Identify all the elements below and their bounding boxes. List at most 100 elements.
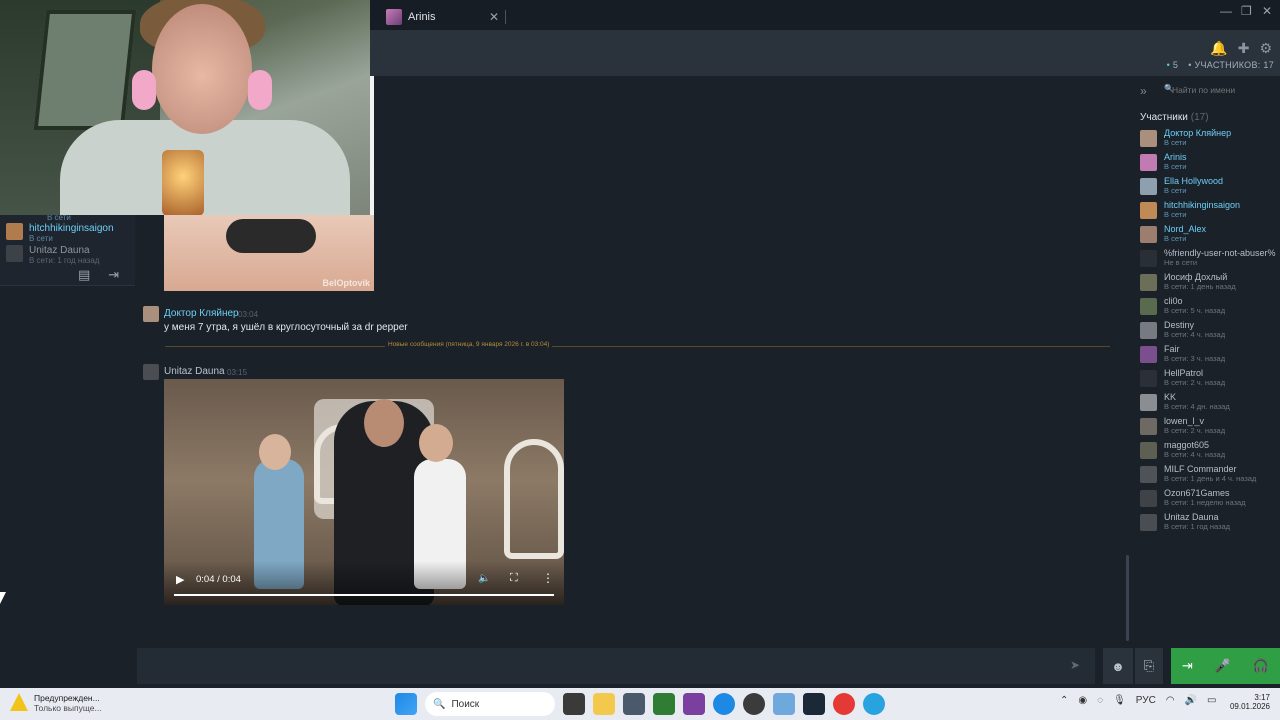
- emoji-button[interactable]: ☻: [1103, 648, 1133, 684]
- member-item[interactable]: MILF Commander В сети: 1 день и 4 ч. наза…: [1140, 464, 1280, 486]
- chevron-up-icon[interactable]: ⌃: [1060, 695, 1068, 706]
- os-taskbar: Предупрежден... Только выпуще... 🔍 Поиск…: [0, 688, 1280, 720]
- message-author[interactable]: Доктор Кляйнер: [164, 308, 239, 319]
- friend-item[interactable]: hitchhikinginsaigon В сети: [6, 223, 114, 243]
- avatar[interactable]: [143, 364, 159, 380]
- edge-icon[interactable]: [713, 693, 735, 715]
- members-heading: Участники (17): [1140, 112, 1209, 123]
- avatar: [1140, 466, 1157, 483]
- tray-app-icon[interactable]: ◌: [1097, 695, 1103, 706]
- member-name: Иосиф Дохлый: [1164, 272, 1228, 282]
- close-window-button[interactable]: ✕: [1262, 4, 1272, 18]
- volume-icon[interactable]: 🔊: [1185, 695, 1197, 706]
- member-item[interactable]: KK В сети: 4 дн. назад: [1140, 392, 1280, 414]
- member-name: Ella Hollywood: [1164, 176, 1224, 186]
- avatar[interactable]: [143, 306, 159, 322]
- new-messages-divider: Новые сообщения (пятница, 9 января 2026 …: [165, 341, 1110, 351]
- leave-voice-icon[interactable]: ⇥: [1182, 658, 1193, 674]
- video-controls: ▶ 0:04 / 0:04 🔈 ⛶ ⋮: [164, 561, 564, 605]
- member-item[interactable]: Unitaz Dauna В сети: 1 год назад: [1140, 512, 1280, 534]
- collapse-members-icon[interactable]: »: [1140, 84, 1147, 98]
- taskbar-search[interactable]: 🔍 Поиск: [425, 692, 555, 716]
- member-item[interactable]: lowen_l_v В сети: 2 ч. назад: [1140, 416, 1280, 438]
- avatar: [1140, 202, 1157, 219]
- xbox-icon[interactable]: [653, 693, 675, 715]
- exit-icon[interactable]: ⇥: [108, 267, 119, 283]
- task-view-icon[interactable]: [563, 693, 585, 715]
- file-explorer-icon[interactable]: [593, 693, 615, 715]
- wifi-icon[interactable]: ◠: [1166, 695, 1175, 706]
- member-item[interactable]: Fair В сети: 3 ч. назад: [1140, 344, 1280, 366]
- video-progress-bar[interactable]: [174, 594, 554, 596]
- maximize-window-button[interactable]: ❐: [1241, 4, 1252, 18]
- send-icon[interactable]: ➤: [1070, 658, 1080, 672]
- bell-icon[interactable]: 🔔: [1210, 40, 1227, 57]
- volume-icon[interactable]: 🔈: [478, 573, 490, 584]
- image-watermark: BelOptovik: [322, 278, 370, 288]
- member-item[interactable]: Destiny В сети: 4 ч. назад: [1140, 320, 1280, 342]
- member-item[interactable]: hitchhikinginsaigon В сети: [1140, 200, 1280, 222]
- microphone-icon[interactable]: 🎤: [1215, 658, 1231, 674]
- member-item[interactable]: Arinis В сети: [1140, 152, 1280, 174]
- settings-icon[interactable]: ⚙: [1259, 40, 1272, 57]
- warning-icon: [10, 693, 28, 711]
- battery-icon[interactable]: ▭: [1207, 695, 1216, 706]
- member-item[interactable]: Nord_Alex В сети: [1140, 224, 1280, 246]
- minimize-window-button[interactable]: —: [1220, 4, 1232, 18]
- clock-time: 3:17: [1254, 693, 1270, 702]
- message-input[interactable]: [137, 648, 1095, 684]
- video-player[interactable]: ▶ 0:04 / 0:04 🔈 ⛶ ⋮: [164, 379, 564, 605]
- tray-app-icon[interactable]: ◉: [1078, 695, 1087, 706]
- member-name: maggot605: [1164, 440, 1210, 450]
- attach-button[interactable]: ⎘: [1135, 648, 1163, 684]
- member-name: Nord_Alex: [1164, 224, 1207, 234]
- headset-icon[interactable]: 🎧: [1253, 658, 1269, 674]
- member-item[interactable]: Иосиф Дохлый В сети: 1 день назад: [1140, 272, 1280, 294]
- avatar: [1140, 250, 1157, 267]
- member-status: В сети: 4 ч. назад: [1164, 330, 1226, 339]
- app-icon[interactable]: [683, 693, 705, 715]
- member-item[interactable]: Ozon671Games В сети: 1 неделю назад: [1140, 488, 1280, 510]
- member-status: В сети: 2 ч. назад: [1164, 378, 1226, 387]
- chrome-icon[interactable]: [833, 693, 855, 715]
- fullscreen-icon[interactable]: ⛶: [510, 572, 518, 585]
- warning-notification[interactable]: Предупрежден... Только выпуще...: [10, 693, 102, 713]
- member-item[interactable]: %friendly-user-not-abuser% Не в сети: [1140, 248, 1280, 270]
- app-icon[interactable]: [743, 693, 765, 715]
- message-time: 03:15: [227, 368, 248, 377]
- avatar: [1140, 298, 1157, 315]
- member-item[interactable]: HellPatrol В сети: 2 ч. назад: [1140, 368, 1280, 390]
- close-tab-icon[interactable]: ✕: [489, 10, 499, 24]
- member-item[interactable]: Ella Hollywood В сети: [1140, 176, 1280, 198]
- member-item[interactable]: Доктор Кляйнер В сети: [1140, 128, 1280, 150]
- member-name: Unitaz Dauna: [1164, 512, 1219, 522]
- start-icon[interactable]: [395, 693, 417, 715]
- microphone-icon[interactable]: 🎙: [1113, 695, 1126, 706]
- language-indicator[interactable]: РУС: [1136, 695, 1156, 706]
- friend-item[interactable]: Unitaz Dauna В сети: 1 год назад: [6, 245, 99, 265]
- notes-icon[interactable]: ▤: [78, 267, 90, 283]
- member-status: В сети: [1164, 162, 1187, 171]
- tab-separator: [505, 10, 506, 24]
- message-author[interactable]: Unitaz Dauna: [164, 366, 225, 377]
- chat-tab[interactable]: Arinis ✕: [380, 4, 506, 30]
- notepad-icon[interactable]: [773, 693, 795, 715]
- warning-subtitle: Только выпуще...: [34, 703, 102, 713]
- play-icon[interactable]: ▶: [176, 573, 184, 586]
- app-icon[interactable]: [623, 693, 645, 715]
- member-item[interactable]: cli0o В сети: 5 ч. назад: [1140, 296, 1280, 318]
- member-item[interactable]: maggot605 В сети: 4 ч. назад: [1140, 440, 1280, 462]
- add-user-icon[interactable]: ✚: [1238, 40, 1250, 57]
- avatar: [6, 245, 23, 262]
- member-search-input[interactable]: [1160, 82, 1274, 98]
- member-name: hitchhikinginsaigon: [1164, 200, 1241, 210]
- avatar: [1140, 418, 1157, 435]
- telegram-icon[interactable]: [863, 693, 885, 715]
- friend-status: В сети: [29, 234, 53, 243]
- member-status: В сети: 4 дн. назад: [1164, 402, 1230, 411]
- steam-icon[interactable]: [803, 693, 825, 715]
- taskbar-clock[interactable]: 3:17 09.01.2026: [1226, 693, 1270, 711]
- chat-scrollbar[interactable]: [1126, 555, 1129, 641]
- more-options-icon[interactable]: ⋮: [542, 571, 554, 585]
- video-timecode: 0:04 / 0:04: [196, 574, 241, 585]
